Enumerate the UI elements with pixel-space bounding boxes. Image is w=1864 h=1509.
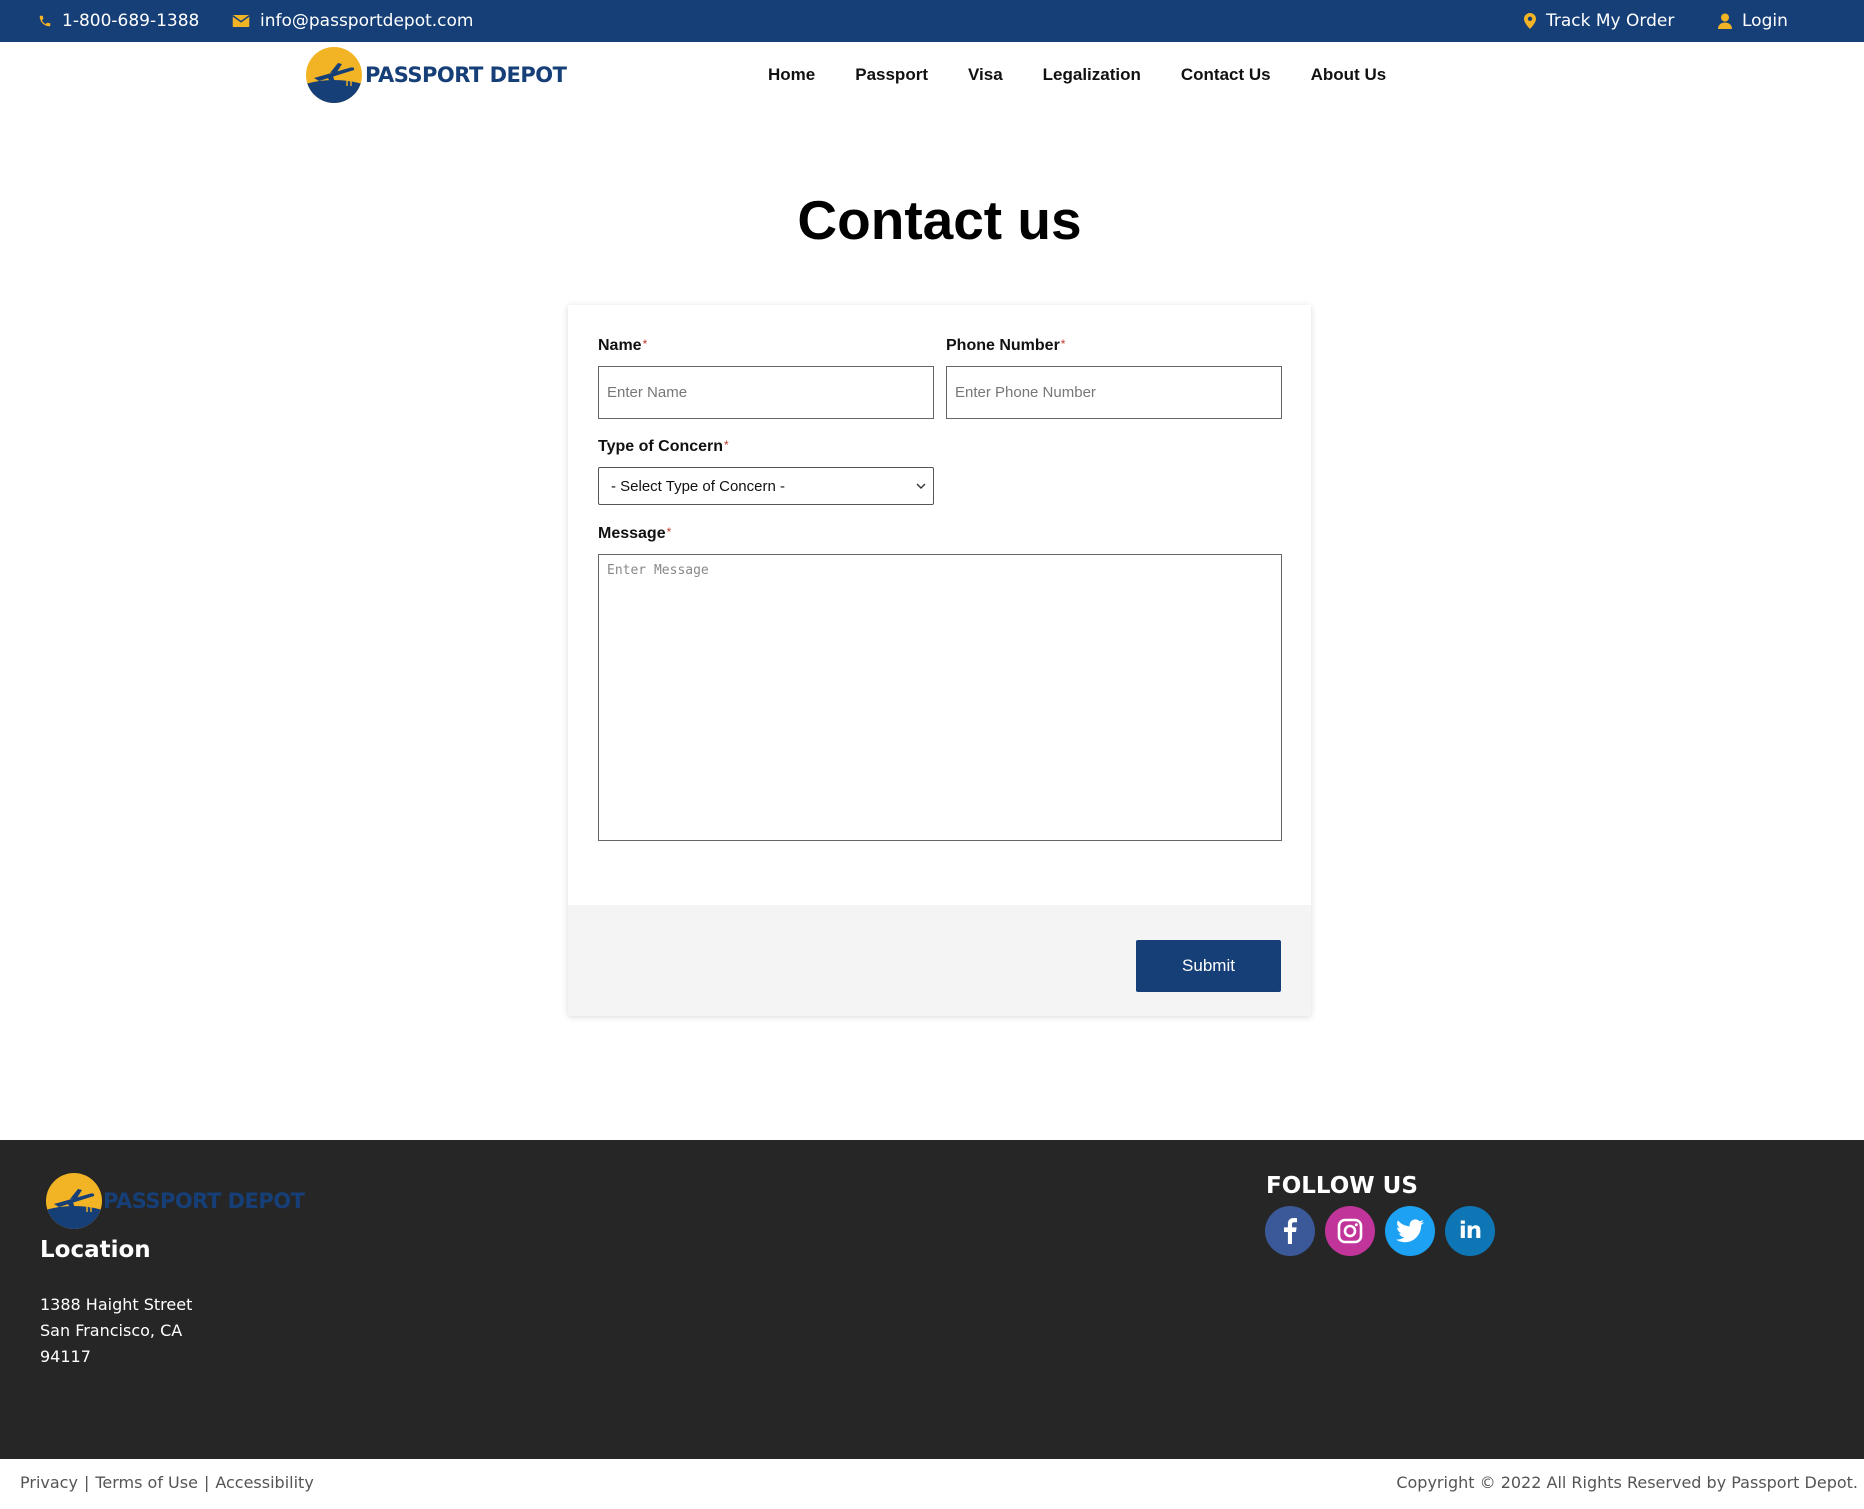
submit-button[interactable]: Submit	[1136, 940, 1281, 992]
separator: |	[203, 1473, 210, 1492]
nav-about-us[interactable]: About Us	[1311, 65, 1387, 85]
main-nav: Home Passport Visa Legalization Contact …	[768, 60, 1386, 90]
nav-home[interactable]: Home	[768, 65, 815, 85]
phone-number: 1-800-689-1388	[62, 11, 200, 31]
name-input[interactable]	[598, 366, 934, 419]
message-label: Message*	[598, 525, 672, 542]
phone-link[interactable]: 1-800-689-1388	[38, 0, 199, 42]
facebook-icon	[1284, 1218, 1297, 1244]
login-link[interactable]: Login	[1718, 0, 1788, 42]
site-footer: PASSPORT DEPOT Location 1388 Haight Stre…	[0, 1140, 1864, 1459]
phone-input[interactable]	[946, 366, 1282, 419]
footer-logo[interactable]: PASSPORT DEPOT	[45, 1172, 305, 1230]
twitter-button[interactable]	[1385, 1206, 1435, 1256]
user-icon	[1718, 13, 1732, 29]
instagram-button[interactable]	[1325, 1206, 1375, 1256]
email-link[interactable]: info@passportdepot.com	[232, 0, 473, 42]
envelope-icon	[232, 15, 250, 27]
concern-label: Type of Concern*	[598, 438, 729, 455]
linkedin-button[interactable]: in	[1445, 1206, 1495, 1256]
page-title: Contact us	[797, 189, 1082, 251]
concern-selected-value: - Select Type of Concern -	[611, 477, 785, 495]
track-order-link[interactable]: Track My Order	[1524, 0, 1674, 42]
login-label: Login	[1742, 11, 1788, 31]
map-pin-icon	[1524, 13, 1536, 29]
email-address: info@passportdepot.com	[260, 11, 474, 31]
privacy-link[interactable]: Privacy	[20, 1473, 78, 1492]
copyright: Copyright © 2022 All Rights Reserved by …	[1396, 1473, 1858, 1492]
address-line-1: 1388 Haight Street	[40, 1295, 193, 1314]
separator: |	[83, 1473, 90, 1492]
footer-logo-text: PASSPORT DEPOT	[103, 1189, 305, 1213]
nav-legalization[interactable]: Legalization	[1043, 65, 1141, 85]
twitter-icon	[1396, 1219, 1424, 1243]
accessibility-link[interactable]: Accessibility	[215, 1473, 313, 1492]
follow-heading: FOLLOW US	[1266, 1173, 1418, 1199]
logo-text: PASSPORT DEPOT	[365, 63, 567, 87]
location-heading: Location	[40, 1237, 151, 1263]
top-bar: 1-800-689-1388 info@passportdepot.com Tr…	[0, 0, 1864, 42]
logo-mark	[46, 1173, 102, 1229]
address-line-2: San Francisco, CA	[40, 1321, 183, 1340]
message-textarea[interactable]	[598, 554, 1282, 841]
chevron-down-icon	[916, 483, 926, 489]
legal-links: Privacy | Terms of Use | Accessibility	[20, 1473, 314, 1492]
phone-icon	[39, 15, 51, 27]
form-actions: Submit	[568, 905, 1311, 1016]
concern-select[interactable]: - Select Type of Concern -	[598, 467, 934, 505]
address-line-3: 94117	[40, 1347, 91, 1366]
facebook-button[interactable]	[1265, 1206, 1315, 1256]
terms-link[interactable]: Terms of Use	[95, 1473, 198, 1492]
linkedin-icon: in	[1458, 1218, 1482, 1244]
track-order-label: Track My Order	[1546, 11, 1675, 31]
nav-contact-us[interactable]: Contact Us	[1181, 65, 1271, 85]
name-label: Name*	[598, 337, 648, 354]
nav-passport[interactable]: Passport	[855, 65, 928, 85]
phone-label: Phone Number*	[946, 337, 1066, 354]
instagram-icon	[1337, 1218, 1363, 1244]
nav-visa[interactable]: Visa	[968, 65, 1003, 85]
logo-mark	[306, 47, 362, 103]
contact-form: Name* Phone Number* Type of Concern* - S…	[568, 305, 1311, 1016]
header-logo[interactable]: PASSPORT DEPOT	[305, 46, 567, 104]
